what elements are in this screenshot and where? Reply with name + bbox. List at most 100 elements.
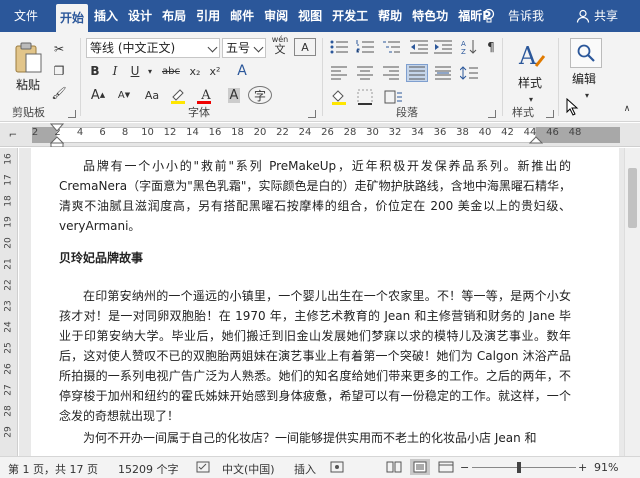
font-name-combo[interactable]: 等线 (中文正文) [86, 38, 220, 58]
tab-insert[interactable]: 插入 [90, 0, 122, 32]
zoom-level[interactable]: 91% [594, 461, 618, 474]
superscript-button[interactable]: x² [206, 62, 224, 80]
font-group: 等线 (中文正文) 五号 wén 文 A B I U ▾ abc x₂ x² A … [82, 32, 322, 122]
horizontal-ruler[interactable]: ⌐ 2 2 4 6 8 10 12 14 16 18 20 22 24 26 28 30 32 34 36 38 40 4… [0, 123, 640, 147]
styles-group-label: 样式 [512, 106, 534, 119]
clipboard-launcher-icon[interactable] [68, 110, 76, 118]
share-button[interactable]: 共享 [576, 0, 618, 32]
justify-button[interactable] [406, 64, 428, 82]
tab-mailings[interactable]: 邮件 [226, 0, 258, 32]
tab-design[interactable]: 设计 [124, 0, 156, 32]
editing-button[interactable] [570, 38, 602, 68]
tab-developer[interactable]: 开发工 [328, 0, 372, 32]
paste-button[interactable] [10, 40, 46, 76]
multilevel-list-button[interactable] [380, 38, 402, 56]
ruler-tick-label: 32 [388, 127, 402, 138]
line-spacing-button[interactable] [458, 64, 480, 82]
align-right-button[interactable] [380, 64, 402, 82]
tab-help[interactable]: 帮助 [374, 0, 406, 32]
paragraph-group: AZ ¶ 段落 [324, 32, 502, 122]
page-count[interactable]: 第 1 页，共 17 页 [8, 461, 98, 477]
ruler-tick-label: 14 [186, 127, 199, 138]
show-marks-button[interactable]: ¶ [482, 38, 500, 56]
right-indent-marker-icon[interactable] [529, 135, 543, 147]
font-shrink-button[interactable]: A ▼ [112, 86, 136, 104]
tell-me-box[interactable]: 告诉我 [482, 0, 544, 32]
vruler-tick-label: 29 [3, 426, 14, 438]
zoom-slider-track[interactable] [472, 467, 576, 468]
align-left-button[interactable] [328, 64, 350, 82]
web-layout-icon[interactable] [438, 461, 454, 476]
proofing-icon[interactable] [196, 461, 210, 476]
section-heading[interactable]: 贝玲妃品牌故事 [59, 248, 571, 268]
phonetic-guide-button[interactable]: wén 文 [270, 35, 290, 55]
vruler-tick-label: 22 [3, 279, 14, 291]
underline-button[interactable]: U [126, 62, 144, 80]
char-shading-button[interactable]: A [222, 86, 246, 104]
sort-button[interactable]: AZ [458, 38, 480, 56]
paragraph-2[interactable]: 在印第安纳州的一个遥远的小镇里，一个婴儿出生在一个农家里。不！等一等，是两个小女… [59, 286, 571, 426]
tab-layout[interactable]: 布局 [158, 0, 190, 32]
read-mode-icon[interactable] [386, 461, 402, 476]
tab-special[interactable]: 特色功 [408, 0, 452, 32]
ruler-tick-label: 8 [121, 127, 129, 138]
distributed-button[interactable] [432, 64, 454, 82]
insert-mode[interactable]: 插入 [294, 461, 316, 477]
vruler-tick-label: 25 [3, 342, 14, 354]
ruler-tick-label: 34 [411, 127, 424, 138]
tab-references[interactable]: 引用 [192, 0, 224, 32]
language-indicator[interactable]: 中文(中国) [222, 461, 275, 477]
indent-marker-icon[interactable] [50, 123, 64, 147]
highlight-button[interactable] [166, 86, 190, 104]
distributed-icon [435, 66, 451, 80]
decrease-indent-button[interactable] [408, 38, 430, 56]
macro-record-icon[interactable] [330, 461, 344, 476]
vruler-tick-label: 23 [3, 300, 14, 312]
copy-icon[interactable]: ❐ [50, 62, 68, 80]
strikethrough-button[interactable]: abc [158, 62, 184, 80]
paragraph-3[interactable]: 为何不开办一间属于自己的化妆店？一间能够提供实用而不老土的化妆品小店 Jean … [59, 428, 571, 448]
zoom-in-button[interactable]: + [578, 461, 587, 474]
word-count[interactable]: 15209 个字 [118, 461, 179, 477]
numbering-button[interactable] [354, 38, 376, 56]
text-effects-button[interactable]: A [230, 62, 254, 80]
tab-view[interactable]: 视图 [294, 0, 326, 32]
vertical-scrollbar[interactable] [624, 148, 640, 456]
group-divider [322, 38, 323, 116]
align-center-button[interactable] [354, 64, 376, 82]
bullets-button[interactable] [328, 38, 350, 56]
styles-button[interactable]: A [514, 38, 548, 72]
numbered-list-icon [356, 40, 374, 53]
zoom-slider-thumb[interactable] [517, 462, 522, 473]
font-launcher-icon[interactable] [308, 110, 316, 118]
underline-dropdown-icon[interactable]: ▾ [146, 62, 154, 80]
collapse-ribbon-icon[interactable]: ∧ [618, 100, 636, 118]
print-layout-icon[interactable] [410, 459, 430, 475]
bold-button[interactable]: B [86, 62, 104, 80]
zoom-out-button[interactable]: − [460, 461, 469, 474]
paragraph-1[interactable]: 品牌有一个小小的"救前"系列 PreMakeUp，近年积极开发保养品系列。新推出… [59, 156, 571, 236]
subscript-button[interactable]: x₂ [186, 62, 204, 80]
borders-button[interactable] [354, 88, 376, 106]
font-grow-button[interactable]: A ▲ [86, 86, 110, 104]
shading-button[interactable] [328, 88, 350, 106]
tab-file[interactable]: 文件 [0, 0, 42, 32]
increase-indent-button[interactable] [432, 38, 454, 56]
mouse-cursor-icon [564, 98, 582, 116]
enclosed-char-button[interactable]: 字 [248, 86, 272, 104]
document-canvas[interactable]: 品牌有一个小小的"救前"系列 PreMakeUp，近年积极开发保养品系列。新推出… [19, 148, 624, 456]
paragraph-launcher-icon[interactable] [488, 110, 496, 118]
char-border-button[interactable]: A [294, 38, 316, 56]
styles-launcher-icon[interactable] [546, 110, 554, 118]
cut-icon[interactable]: ✂ [50, 40, 68, 58]
tab-review[interactable]: 审阅 [260, 0, 292, 32]
tab-stop-selector-icon[interactable]: ⌐ [4, 126, 22, 144]
font-color-button[interactable]: A [194, 86, 218, 104]
font-size-combo[interactable]: 五号 [222, 38, 266, 58]
italic-button[interactable]: I [106, 62, 124, 80]
format-painter-icon[interactable]: 🖌 [50, 84, 68, 102]
document-page[interactable]: 品牌有一个小小的"救前"系列 PreMakeUp，近年积极开发保养品系列。新推出… [31, 148, 619, 456]
tab-home[interactable]: 开始 [56, 4, 89, 32]
change-case-button[interactable]: Aa [140, 86, 164, 104]
scrollbar-thumb[interactable] [628, 168, 637, 228]
